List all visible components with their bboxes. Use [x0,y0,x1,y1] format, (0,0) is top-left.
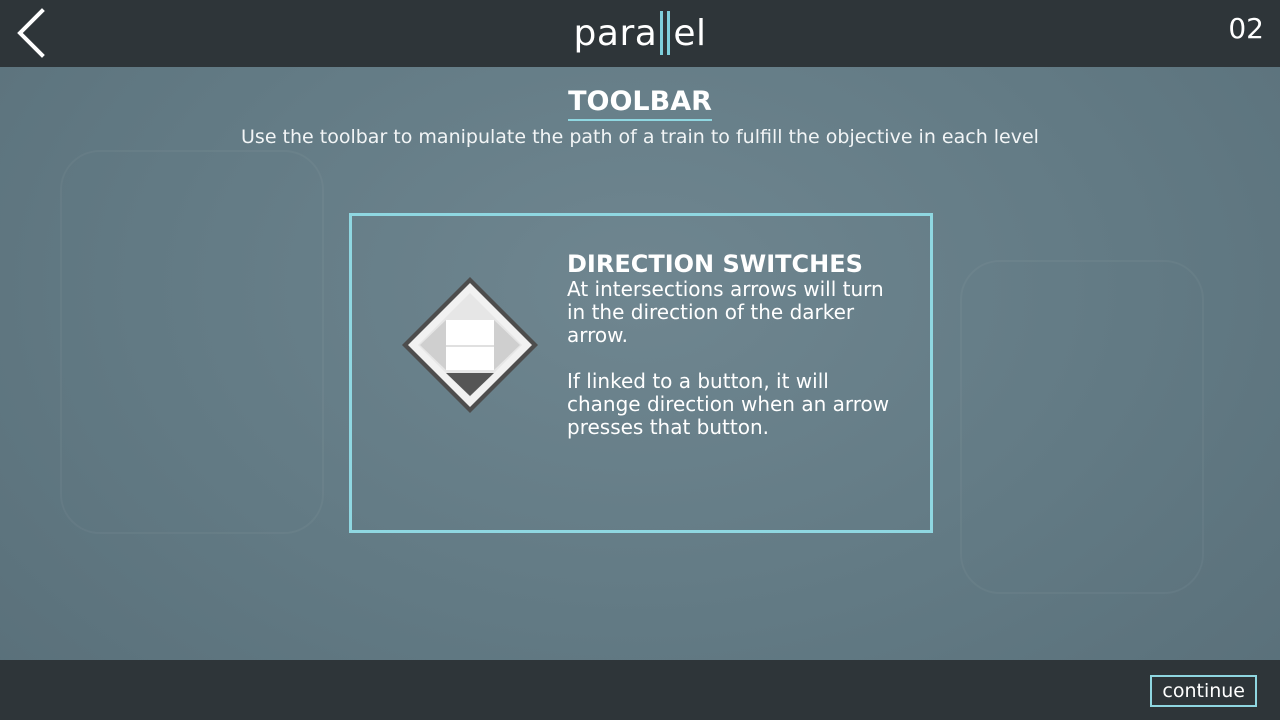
page-title: TOOLBAR [0,86,1280,121]
app-logo: para el [540,6,740,60]
logo-text-left: para [573,12,658,54]
level-number: 02 [1228,12,1264,45]
panel-heading: DIRECTION SWITCHES [567,250,863,278]
background-decoration [60,150,324,534]
page-subtitle: Use the toolbar to manipulate the path o… [241,126,1039,148]
continue-button[interactable]: continue [1150,675,1257,707]
tutorial-screen: para el 02 TOOLBAR Use the toolbar to man… [0,0,1280,720]
background-decoration [960,260,1204,594]
page-title-text: TOOLBAR [568,86,712,121]
direction-switch-icon [402,277,538,413]
bottom-bar: continue [0,660,1280,720]
panel-paragraph: At intersections arrows will turn in the… [567,277,884,347]
panel-paragraph: If linked to a button, it will change di… [567,369,890,439]
back-button[interactable] [12,6,52,60]
panel-text: DIRECTION SWITCHES At intersections arro… [567,250,907,439]
logo-bars [658,11,672,55]
chevron-left-icon [17,8,45,58]
logo-text-right: el [673,12,707,54]
top-bar: para el 02 [0,0,1280,67]
